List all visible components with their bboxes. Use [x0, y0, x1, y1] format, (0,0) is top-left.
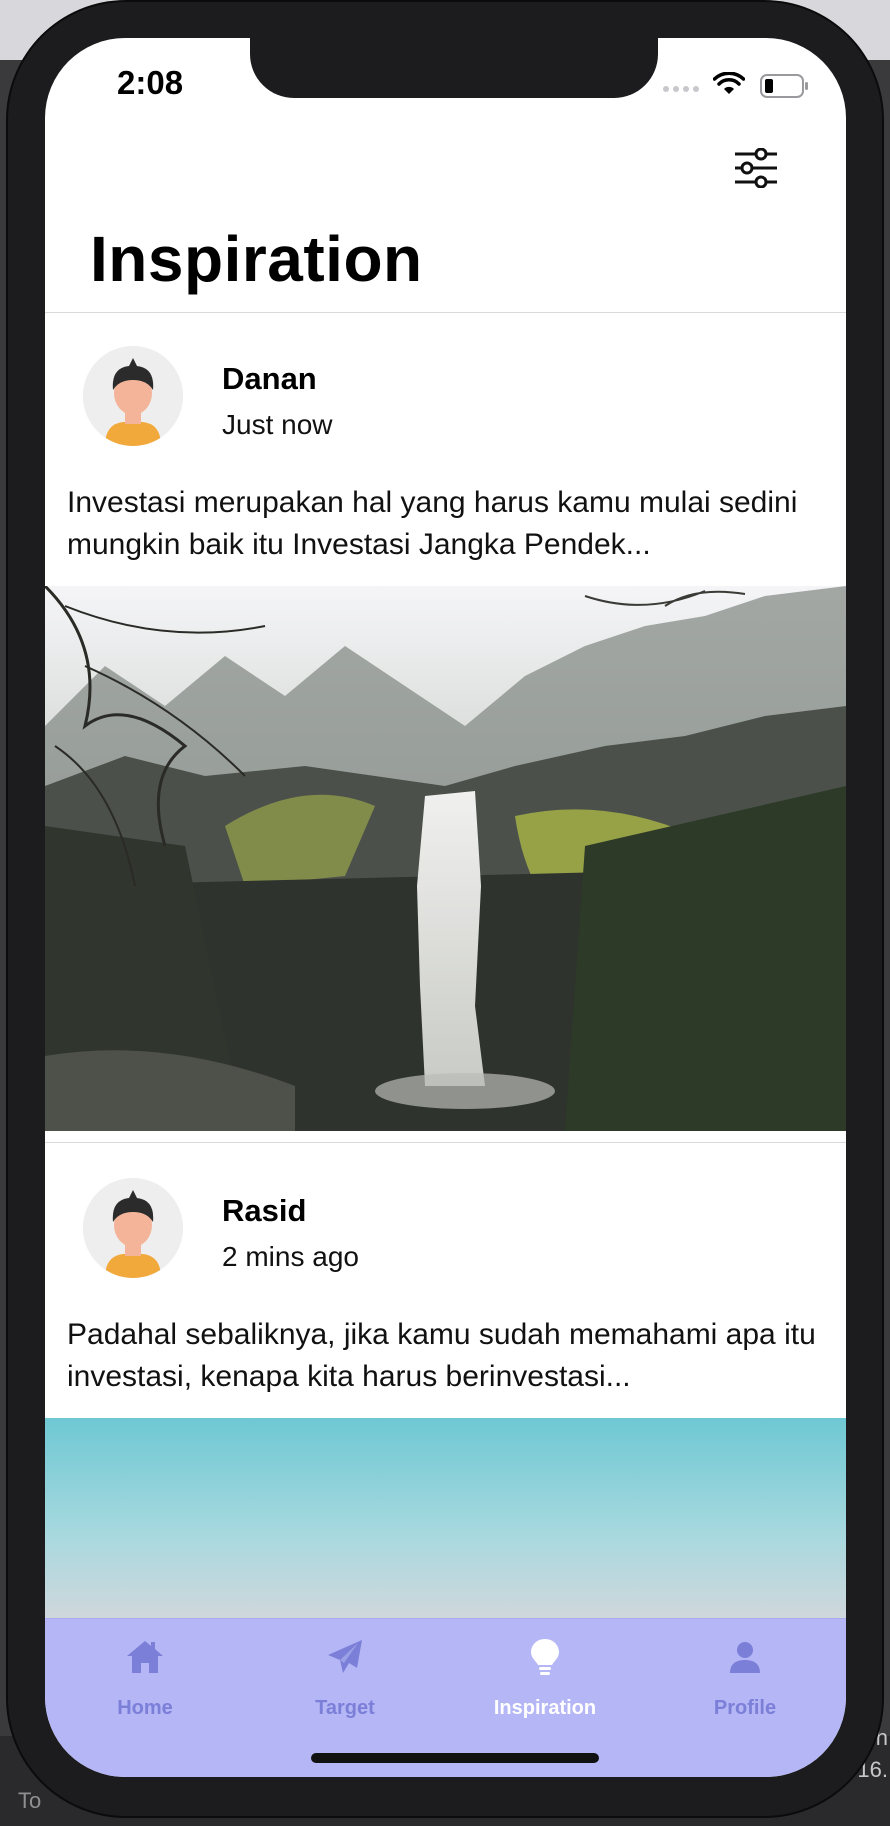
tab-home[interactable]: Home: [45, 1619, 245, 1729]
user-icon: [730, 1642, 760, 1673]
tab-label: Target: [315, 1697, 375, 1719]
tab-label: Profile: [713, 1697, 777, 1719]
post-card[interactable]: Rasid 2 mins ago Padahal sebaliknya, jik…: [45, 38, 846, 1618]
post-time: 2 mins ago: [222, 1241, 359, 1272]
lightbulb-icon: [531, 1639, 559, 1675]
desktop-text-left: To: [18, 1788, 42, 1813]
phone-screen: 2:08 Inspiration Danan Just now Investas…: [45, 38, 846, 1777]
avatar[interactable]: [83, 1178, 183, 1278]
tab-target[interactable]: Target: [245, 1619, 445, 1729]
tab-inspiration[interactable]: Inspiration: [445, 1619, 645, 1729]
home-indicator[interactable]: [311, 1753, 599, 1763]
tab-profile[interactable]: Profile: [645, 1619, 845, 1729]
tab-label: Inspiration: [493, 1697, 597, 1719]
avatar-person-icon: [83, 1178, 183, 1278]
tab-label: Home: [117, 1697, 173, 1719]
post-caption: Padahal sebaliknya, jika kamu sudah mema…: [67, 1318, 816, 1393]
post-author: Rasid: [222, 1193, 307, 1228]
paper-plane-icon: [328, 1640, 362, 1673]
post-photo-sky[interactable]: [45, 1418, 846, 1618]
phone-frame: 2:08 Inspiration Danan Just now Investas…: [8, 2, 882, 1816]
home-icon: [127, 1641, 163, 1673]
